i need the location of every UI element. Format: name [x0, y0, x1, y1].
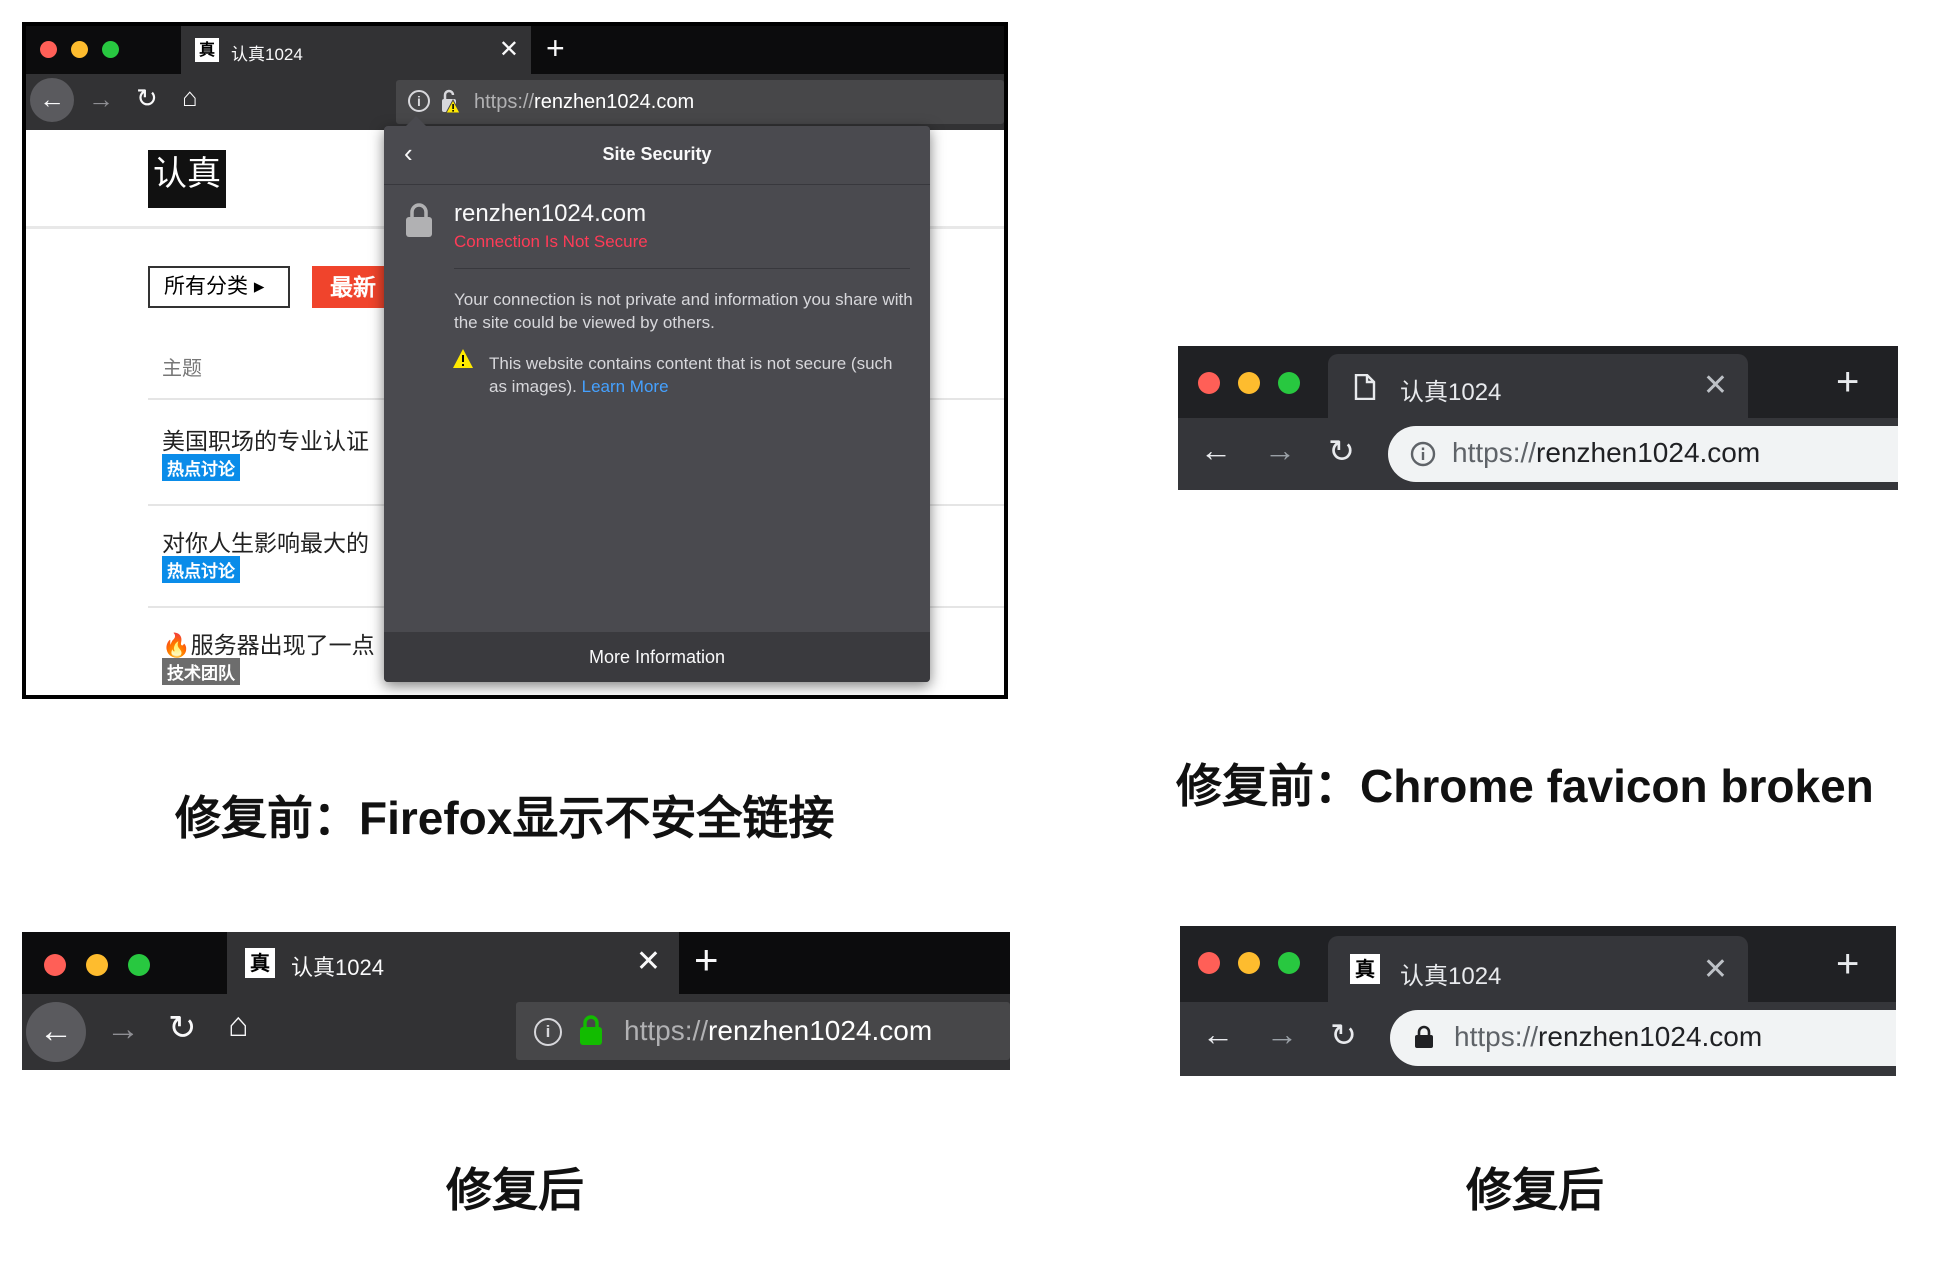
minimize-window-button[interactable]: [71, 41, 88, 58]
reload-button[interactable]: ↻: [136, 83, 158, 114]
url-text: https://renzhen1024.com: [624, 1015, 933, 1046]
url-bar[interactable]: i https://renzhen1024.com: [516, 1002, 1010, 1060]
divider: [454, 268, 910, 269]
reload-button[interactable]: ↻: [1328, 432, 1355, 470]
window-controls[interactable]: [1198, 952, 1300, 974]
category-badge[interactable]: 技术团队: [162, 658, 240, 685]
close-window-button[interactable]: [1198, 372, 1220, 394]
window-controls[interactable]: [1198, 372, 1300, 394]
tab-title: 认真1024: [1400, 963, 1502, 990]
browser-tab[interactable]: 认真1024 ✕: [1328, 354, 1748, 418]
minimize-window-button[interactable]: [1238, 372, 1260, 394]
forward-button[interactable]: →: [106, 1010, 140, 1049]
site-logo[interactable]: 认真: [148, 150, 226, 208]
info-icon[interactable]: i: [408, 90, 430, 112]
home-button[interactable]: ⌂: [182, 82, 198, 113]
popup-host: renzhen1024.com: [454, 200, 647, 227]
lock-icon[interactable]: [1414, 1025, 1434, 1049]
topic-title[interactable]: 美国职场的专业认证: [162, 422, 369, 456]
tab-title: 认真1024: [1400, 379, 1502, 406]
popup-title: Site Security: [602, 144, 712, 164]
close-tab-icon[interactable]: ✕: [1703, 368, 1728, 403]
nav-bar: ← → ↻ ⌂ i https://renzhen1024.com: [26, 74, 1004, 130]
minimize-window-button[interactable]: [86, 954, 108, 976]
document-icon: [1354, 374, 1376, 400]
all-categories-dropdown[interactable]: 所有分类 ▸: [148, 266, 290, 308]
info-icon[interactable]: i: [534, 1018, 562, 1046]
back-button[interactable]: ←: [30, 78, 74, 122]
new-tab-button[interactable]: +: [694, 936, 719, 984]
close-window-button[interactable]: [1198, 952, 1220, 974]
back-button[interactable]: ←: [1200, 432, 1232, 469]
tab-title: 认真1024: [291, 955, 384, 980]
close-tab-icon[interactable]: ✕: [636, 944, 661, 979]
toolbar: ← → ↻ https://renzhen1024.com: [1178, 418, 1898, 490]
chrome-after-screenshot: 真 认真1024 ✕ + ← → ↻ https://renzhen1024.c…: [1180, 926, 1896, 1076]
close-window-button[interactable]: [44, 954, 66, 976]
window-controls[interactable]: [44, 954, 150, 976]
caption-chrome-after: 修复后: [1466, 1164, 1604, 1216]
zoom-window-button[interactable]: [1278, 952, 1300, 974]
tab-title: 认真1024: [231, 45, 303, 64]
category-badge[interactable]: 热点讨论: [162, 556, 240, 583]
nav-bar: ← → ↻ ⌂ i https://renzhen1024.com: [22, 994, 1010, 1070]
reload-button[interactable]: ↻: [168, 1008, 197, 1048]
window-controls[interactable]: [40, 41, 119, 58]
chrome-before-screenshot: 认真1024 ✕ + ← → ↻ https://renzhen1024.com: [1178, 346, 1898, 490]
url-text: https://renzhen1024.com: [1454, 1021, 1763, 1052]
browser-tab[interactable]: 真 认真1024 ✕: [1328, 936, 1748, 1002]
minimize-window-button[interactable]: [1238, 952, 1260, 974]
connection-description: Your connection is not private and infor…: [454, 290, 913, 332]
learn-more-link[interactable]: Learn More: [582, 377, 669, 396]
connection-status: Connection Is Not Secure: [454, 232, 648, 251]
browser-tab[interactable]: 真 认真1024 ✕: [227, 932, 679, 994]
new-tab-button[interactable]: +: [546, 30, 565, 67]
secure-lock-icon[interactable]: [578, 1014, 604, 1046]
back-button[interactable]: ←: [26, 1002, 86, 1062]
toolbar: ← → ↻ https://renzhen1024.com: [1180, 1002, 1896, 1076]
caption-firefox-before: 修复前：Firefox显示不安全链接: [175, 792, 835, 844]
url-bar[interactable]: i https://renzhen1024.com: [396, 80, 1004, 124]
back-button[interactable]: ←: [1202, 1016, 1234, 1053]
popup-header: ‹ Site Security: [384, 126, 930, 185]
topic-column-header: 主题: [162, 358, 202, 380]
zoom-window-button[interactable]: [1278, 372, 1300, 394]
zoom-window-button[interactable]: [128, 954, 150, 976]
more-information-button[interactable]: More Information: [384, 632, 930, 682]
firefox-before-screenshot: 真 认真1024 ✕ + ← → ↻ ⌂ i https://renzhen10…: [22, 22, 1008, 699]
site-favicon-icon: 真: [245, 948, 275, 978]
site-security-popup: ‹ Site Security renzhen1024.com Connecti…: [384, 116, 930, 682]
close-window-button[interactable]: [40, 41, 57, 58]
site-favicon-icon: 真: [1350, 954, 1380, 984]
reload-button[interactable]: ↻: [1330, 1016, 1357, 1054]
zoom-window-button[interactable]: [102, 41, 119, 58]
browser-tab[interactable]: 真 认真1024 ✕: [181, 26, 531, 74]
topic-title[interactable]: 🔥服务器出现了一点: [162, 626, 375, 660]
popup-arrow: [406, 116, 426, 126]
topic-title[interactable]: 对你人生影响最大的: [162, 524, 369, 558]
home-button[interactable]: ⌂: [228, 1006, 249, 1045]
caption-firefox-after: 修复后: [446, 1164, 584, 1216]
firefox-after-screenshot: 真 认真1024 ✕ + ← → ↻ ⌂ i https://renzhen10…: [22, 932, 1010, 1070]
omnibox[interactable]: https://renzhen1024.com: [1390, 1010, 1896, 1066]
caption-chrome-before: 修复前：Chrome favicon broken: [1176, 760, 1874, 812]
warning-lock-icon[interactable]: [440, 88, 460, 114]
category-badge[interactable]: 热点讨论: [162, 454, 240, 481]
warning-icon: [453, 349, 473, 368]
info-icon[interactable]: [1410, 441, 1436, 467]
forward-button[interactable]: →: [1266, 1016, 1298, 1053]
new-tab-button[interactable]: +: [1836, 942, 1859, 987]
lock-icon: [406, 203, 432, 237]
mixed-content-warning: This website contains content that is no…: [489, 354, 893, 396]
url-text: https://renzhen1024.com: [1452, 437, 1761, 468]
url-text: https://renzhen1024.com: [474, 91, 695, 113]
omnibox[interactable]: https://renzhen1024.com: [1388, 426, 1898, 482]
tab-bar: 真 认真1024 ✕ +: [26, 26, 1004, 74]
forward-button[interactable]: →: [1264, 432, 1296, 469]
forward-button[interactable]: →: [88, 84, 114, 115]
site-favicon-icon: 真: [195, 38, 219, 62]
new-tab-button[interactable]: +: [1836, 360, 1859, 405]
close-tab-icon[interactable]: ✕: [1703, 952, 1728, 987]
close-tab-icon[interactable]: ✕: [499, 35, 519, 64]
